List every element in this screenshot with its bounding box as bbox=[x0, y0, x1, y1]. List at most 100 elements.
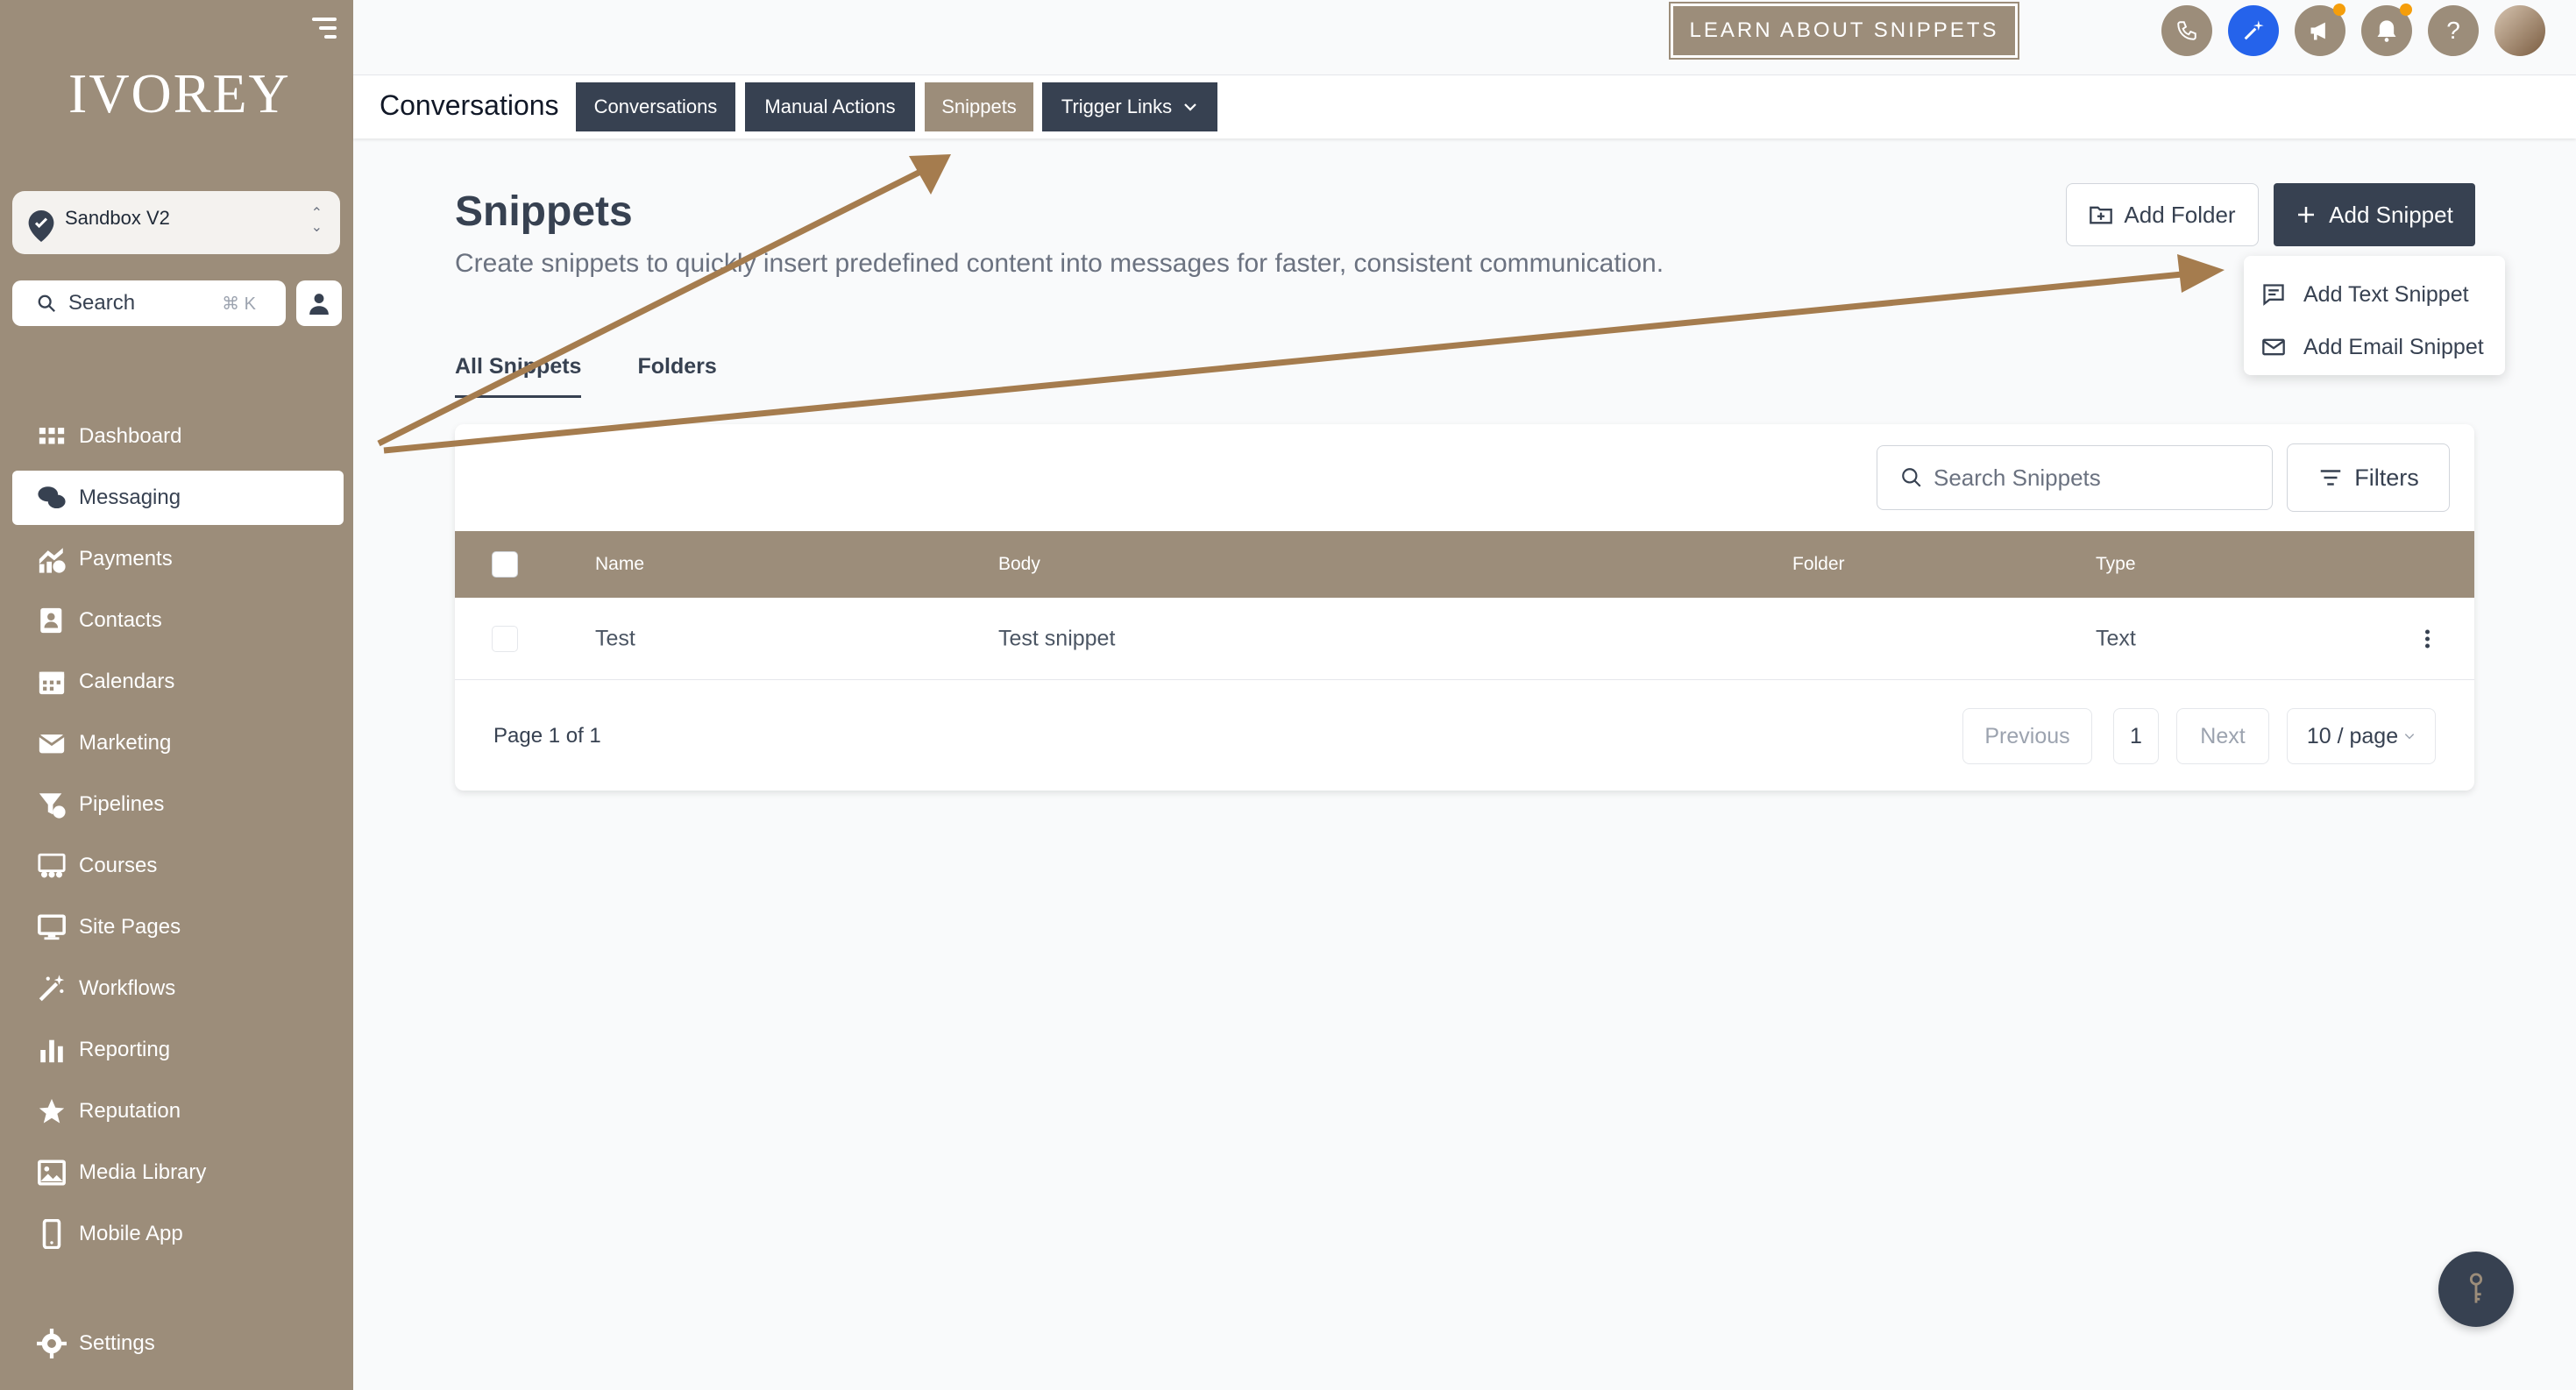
tab-label: Trigger Links bbox=[1061, 96, 1173, 117]
snippet-subtabs: All Snippets Folders bbox=[455, 354, 773, 398]
add-snippet-button[interactable]: Add Snippet bbox=[2274, 183, 2475, 246]
account-name: Sandbox V2 bbox=[65, 207, 170, 229]
sidebar-item-media-library[interactable]: Media Library bbox=[12, 1145, 344, 1200]
star-icon bbox=[39, 1098, 65, 1124]
sidebar-search[interactable]: Search ⌘ K bbox=[12, 280, 286, 326]
page-description: Create snippets to quickly insert predef… bbox=[455, 249, 1664, 278]
sidebar: IVOREY Sandbox V2 ⌃ ⌄ Search ⌘ K Dashboar… bbox=[0, 0, 353, 1390]
sidebar-item-courses[interactable]: Courses bbox=[12, 839, 344, 893]
tab-trigger-links[interactable]: Trigger Links bbox=[1042, 82, 1217, 131]
courses-icon bbox=[38, 853, 66, 878]
row-actions-kebab-icon[interactable] bbox=[2425, 627, 2431, 650]
sidebar-item-reporting[interactable]: Reporting bbox=[12, 1023, 344, 1077]
folder-plus-icon bbox=[2090, 206, 2113, 224]
sidebar-item-label: Contacts bbox=[79, 608, 162, 632]
tab-snippets[interactable]: Snippets bbox=[925, 82, 1033, 131]
add-snippet-dropdown: Add Text Snippet Add Email Snippet bbox=[2244, 256, 2505, 375]
announcements-button[interactable] bbox=[2295, 4, 2345, 56]
notifications-button[interactable] bbox=[2361, 4, 2412, 56]
user-profile-button[interactable] bbox=[296, 280, 342, 326]
sidebar-item-settings[interactable]: Settings bbox=[37, 1329, 155, 1358]
search-placeholder: Search Snippets bbox=[1934, 464, 2101, 491]
previous-page-button[interactable]: Previous bbox=[1962, 708, 2092, 764]
chevron-down-icon bbox=[2404, 734, 2415, 740]
wand-icon bbox=[39, 975, 65, 1002]
chat-icon bbox=[38, 486, 66, 509]
cell-type: Text bbox=[2096, 626, 2136, 650]
help-widget-button[interactable] bbox=[2438, 1252, 2514, 1327]
key-icon bbox=[2469, 1273, 2483, 1303]
column-header-type[interactable]: Type bbox=[2096, 554, 2136, 575]
subtab-all-snippets[interactable]: All Snippets bbox=[455, 354, 582, 398]
sidebar-item-contacts[interactable]: Contacts bbox=[12, 593, 344, 648]
page-title: Snippets bbox=[455, 188, 633, 235]
envelope-icon bbox=[2262, 338, 2285, 356]
notification-dot bbox=[2333, 4, 2345, 16]
message-icon bbox=[2263, 284, 2284, 306]
add-folder-button[interactable]: Add Folder bbox=[2066, 183, 2259, 246]
filters-label: Filters bbox=[2354, 464, 2419, 491]
top-bar: LEARN ABOUT SNIPPETS ? bbox=[353, 0, 2576, 75]
funnel-icon bbox=[39, 793, 66, 819]
sidebar-item-calendars[interactable]: Calendars bbox=[12, 655, 344, 709]
search-icon bbox=[38, 294, 55, 312]
user-avatar[interactable] bbox=[2494, 5, 2545, 56]
bar-chart-icon bbox=[40, 1039, 63, 1063]
row-checkbox[interactable] bbox=[492, 625, 518, 652]
payments-icon bbox=[39, 548, 66, 573]
page-size-select[interactable]: 10 / page bbox=[2287, 708, 2436, 764]
next-page-button[interactable]: Next bbox=[2176, 708, 2269, 764]
settings-label: Settings bbox=[79, 1331, 155, 1355]
ai-assistant-button[interactable] bbox=[2228, 5, 2279, 56]
column-header-name[interactable]: Name bbox=[595, 554, 644, 575]
phone-call-button[interactable] bbox=[2161, 5, 2212, 56]
search-icon bbox=[1902, 468, 1921, 487]
help-button[interactable]: ? bbox=[2428, 5, 2479, 56]
sidebar-item-workflows[interactable]: Workflows bbox=[12, 961, 344, 1016]
collapse-menu-icon[interactable] bbox=[312, 18, 337, 42]
sidebar-item-pipelines[interactable]: Pipelines bbox=[12, 777, 344, 832]
add-text-snippet-option[interactable]: Add Text Snippet bbox=[2244, 268, 2505, 321]
table-header: Name Body Folder Type bbox=[455, 531, 2474, 598]
sidebar-item-payments[interactable]: Payments bbox=[12, 532, 344, 586]
user-icon bbox=[309, 294, 329, 315]
sidebar-item-mobile-app[interactable]: Mobile App bbox=[12, 1207, 344, 1261]
add-email-snippet-option[interactable]: Add Email Snippet bbox=[2244, 321, 2505, 373]
sidebar-nav: Dashboard Messaging Payments Contacts Ca… bbox=[12, 409, 344, 1268]
page-number-button[interactable]: 1 bbox=[2113, 708, 2159, 764]
sidebar-item-label: Messaging bbox=[79, 486, 181, 509]
column-header-folder[interactable]: Folder bbox=[1792, 554, 1845, 575]
megaphone-icon bbox=[2310, 22, 2325, 40]
search-snippets-input[interactable]: Search Snippets bbox=[1877, 445, 2273, 510]
column-header-body[interactable]: Body bbox=[998, 554, 1040, 575]
tab-manual-actions[interactable]: Manual Actions bbox=[745, 82, 915, 131]
select-all-checkbox[interactable] bbox=[492, 551, 518, 578]
sidebar-item-label: Reporting bbox=[79, 1038, 171, 1061]
account-switcher[interactable]: Sandbox V2 ⌃ ⌄ bbox=[12, 191, 340, 254]
filters-button[interactable]: Filters bbox=[2287, 443, 2450, 512]
tab-conversations[interactable]: Conversations bbox=[576, 82, 735, 131]
chevron-down-icon bbox=[1184, 103, 1196, 111]
search-label: Search bbox=[68, 291, 136, 315]
add-folder-label: Add Folder bbox=[2124, 201, 2236, 228]
sidebar-item-dashboard[interactable]: Dashboard bbox=[12, 409, 344, 464]
sidebar-item-label: Workflows bbox=[79, 976, 176, 1000]
calendar-icon bbox=[39, 671, 65, 695]
sidebar-item-label: Payments bbox=[79, 547, 173, 571]
pagination: Page 1 of 1 Previous 1 Next 10 / page bbox=[455, 680, 2474, 789]
search-shortcut: ⌘ K bbox=[222, 294, 256, 314]
filter-lines-icon bbox=[2321, 470, 2341, 486]
table-row[interactable]: Test Test snippet Text bbox=[455, 598, 2474, 680]
learn-about-snippets-button[interactable]: LEARN ABOUT SNIPPETS bbox=[1669, 2, 2019, 60]
sidebar-item-site-pages[interactable]: Site Pages bbox=[12, 900, 344, 954]
sidebar-item-label: Courses bbox=[79, 854, 158, 877]
sidebar-item-reputation[interactable]: Reputation bbox=[12, 1084, 344, 1138]
chevron-updown-icon: ⌃ ⌄ bbox=[310, 206, 323, 235]
cell-body: Test snippet bbox=[998, 626, 1116, 650]
contacts-icon bbox=[40, 607, 62, 634]
sidebar-item-label: Site Pages bbox=[79, 915, 181, 939]
sidebar-item-marketing[interactable]: Marketing bbox=[12, 716, 344, 770]
sidebar-item-label: Mobile App bbox=[79, 1222, 183, 1245]
sidebar-item-messaging[interactable]: Messaging bbox=[12, 471, 344, 525]
subtab-folders[interactable]: Folders bbox=[637, 354, 716, 398]
